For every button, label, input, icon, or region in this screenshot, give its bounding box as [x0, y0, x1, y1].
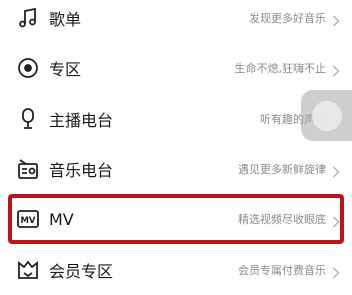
menu-item-desc: 生命不熄,狂嗨不止: [234, 62, 327, 75]
menu-item-desc: 精选视频尽收眼底: [238, 213, 326, 226]
chevron-right-icon: [332, 62, 340, 77]
chevron-right-icon: [332, 12, 340, 27]
svg-text:MV: MV: [20, 216, 35, 226]
menu-item-label: 主播电台: [49, 111, 114, 130]
menu-item-label: 音乐电台: [49, 161, 114, 180]
chevron-right-icon: [332, 163, 340, 178]
music-note-icon: [16, 6, 40, 30]
menu-item-zone[interactable]: 专区 生命不熄,狂嗨不止: [0, 43, 352, 93]
menu-item-desc: 发现更多好音乐: [249, 12, 326, 25]
radio-icon: [16, 157, 40, 181]
menu-item-label: 专区: [49, 60, 82, 79]
floating-assist-inner: [312, 101, 342, 131]
menu-item-mv[interactable]: MV MV 精选视频尽收眼底: [0, 194, 352, 244]
vip-icon: [16, 258, 40, 282]
menu-item-desc: 遇见更多新鲜旋律: [238, 163, 326, 176]
menu-item-label: 会员专区: [49, 262, 114, 281]
menu-item-vip-zone[interactable]: 会员专区 会员专属付费音乐: [0, 245, 352, 295]
mv-icon: MV: [16, 207, 40, 231]
menu-item-music-radio[interactable]: 音乐电台 遇见更多新鲜旋律: [0, 144, 352, 194]
chevron-right-icon: [332, 213, 340, 228]
target-icon: [16, 56, 40, 80]
chevron-right-icon: [332, 264, 340, 279]
menu-item-label: 歌单: [49, 10, 82, 29]
menu-item-playlist[interactable]: 歌单 发现更多好音乐: [0, 0, 352, 43]
floating-assist-button[interactable]: [301, 90, 352, 141]
menu-item-label: MV: [49, 209, 74, 229]
menu-item-anchor-radio[interactable]: 主播电台 听有趣的声音: [0, 94, 352, 144]
microphone-icon: [16, 107, 40, 131]
menu-item-desc: 会员专属付费音乐: [238, 264, 326, 277]
